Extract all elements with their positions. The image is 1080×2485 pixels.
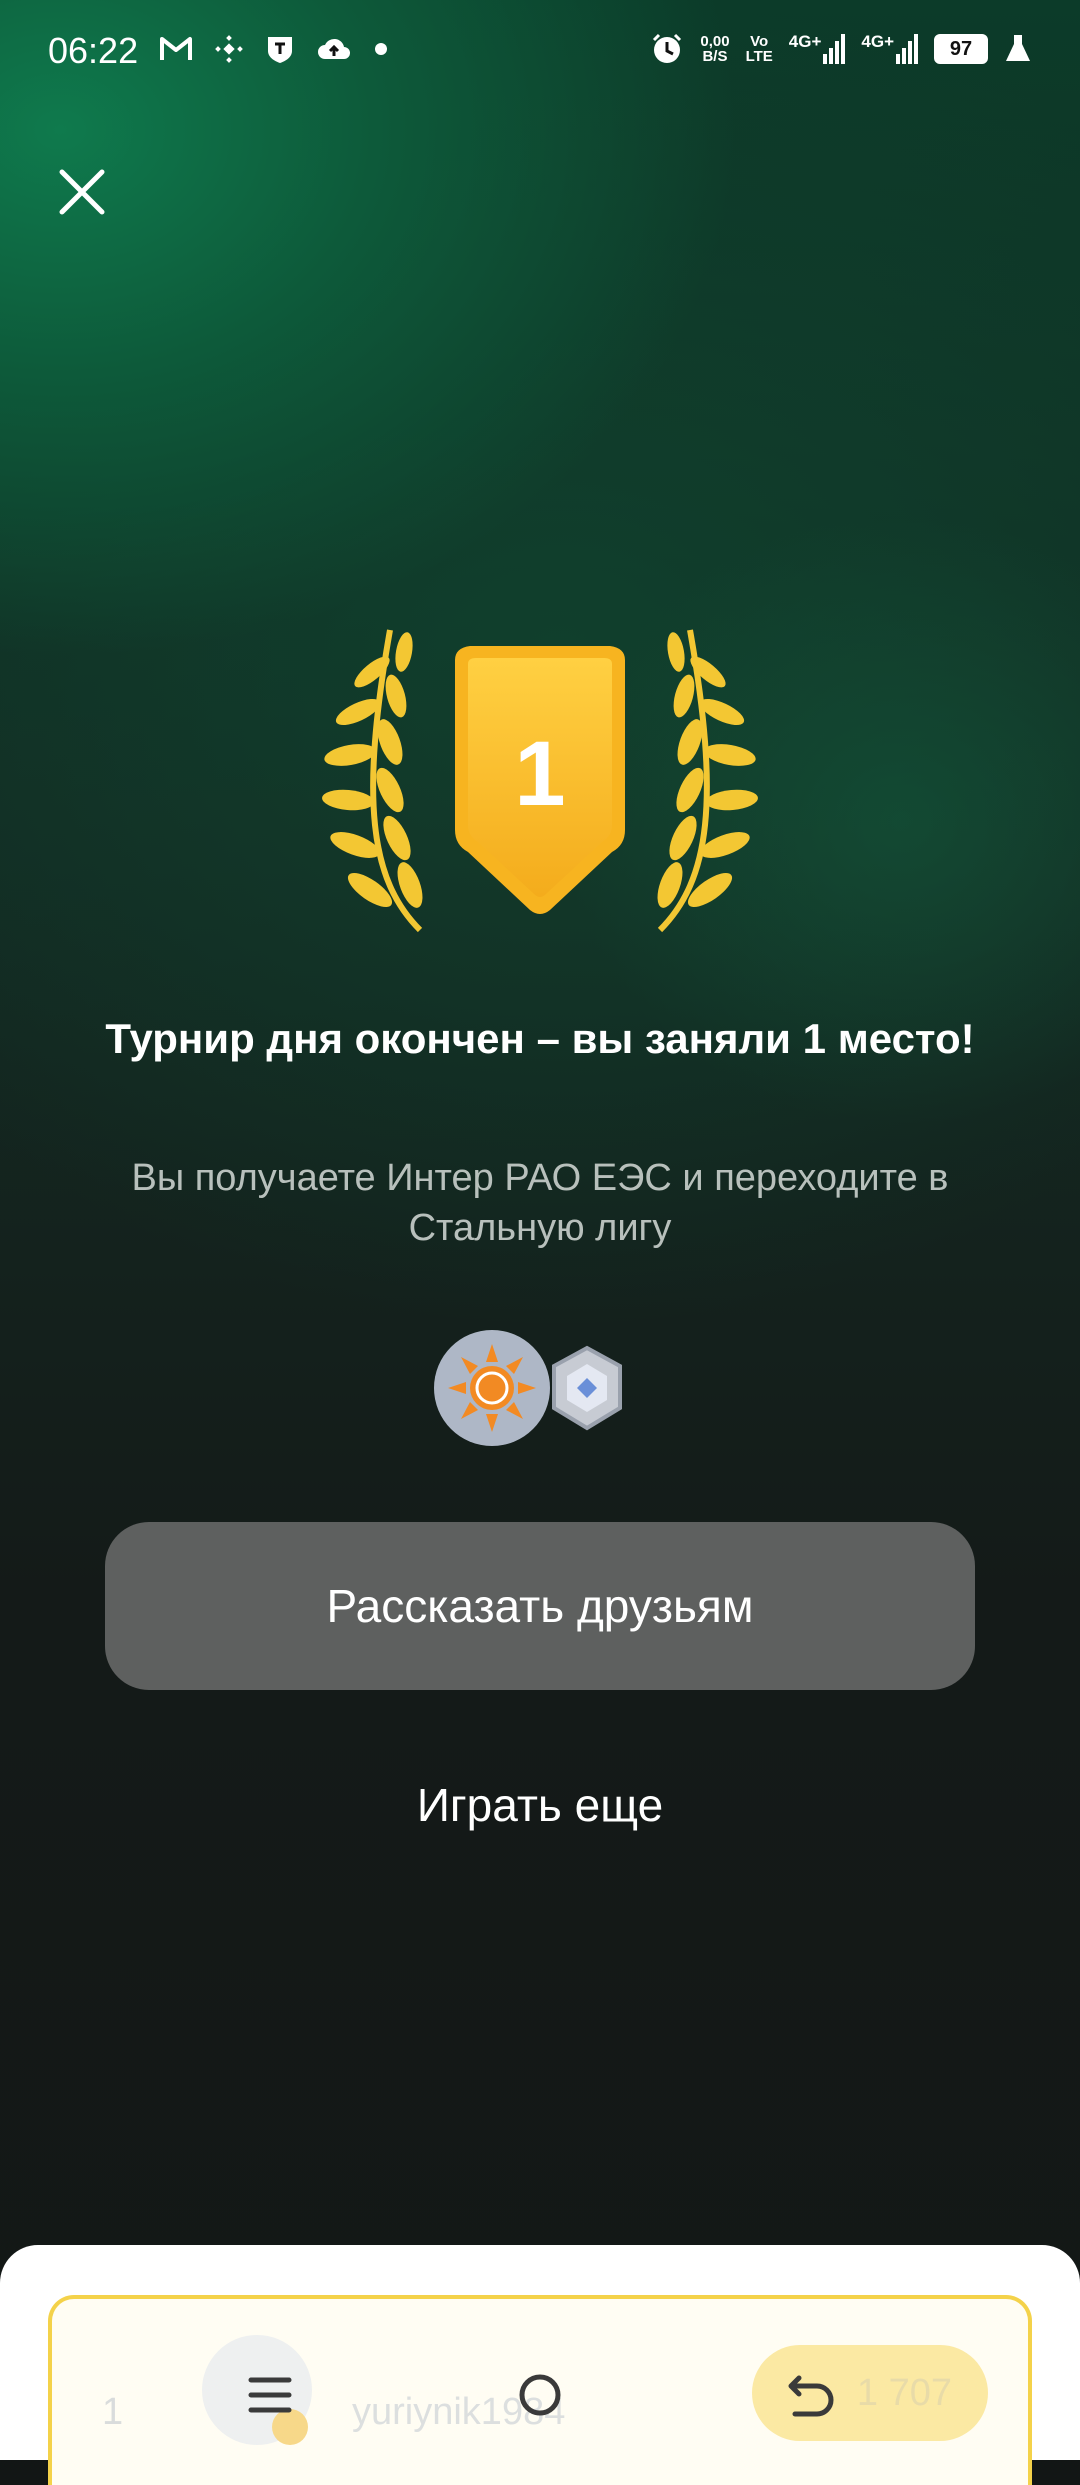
- volte-indicator: Vo LTE: [745, 33, 773, 65]
- signal-2: 4G+: [861, 33, 918, 64]
- dot-icon: [375, 43, 387, 55]
- result-headline: Турнир дня окончен – вы заняли 1 место!: [105, 1015, 975, 1062]
- home-icon: [519, 2374, 561, 2416]
- battery-indicator: 97: [934, 34, 988, 64]
- navigation-bar: [0, 2340, 1080, 2450]
- back-button[interactable]: [765, 2340, 855, 2450]
- signal-bars-icon: [896, 34, 918, 64]
- system-icons: 0,00 B/S Vo LTE 4G+ 4G+ 97: [650, 32, 1032, 66]
- status-bar: 06:22 0,00 B/S Vo LTE 4G+ 4G+ 97: [0, 0, 1080, 110]
- play-again-button[interactable]: Играть еще: [300, 1770, 780, 1840]
- close-button[interactable]: [52, 162, 112, 222]
- status-time: 06:22: [48, 30, 139, 71]
- home-button[interactable]: [495, 2340, 585, 2450]
- alarm-icon: [653, 33, 682, 63]
- net-speed: 0,00 B/S: [700, 33, 730, 65]
- company-logo-icon: [434, 1330, 550, 1446]
- left-laurel-icon: [322, 629, 423, 933]
- shield-app-icon: [268, 37, 292, 63]
- notification-icons: [160, 34, 388, 64]
- signal-1: 4G+: [789, 33, 846, 64]
- reward-badges: [434, 1330, 622, 1446]
- place-number: 1: [514, 723, 565, 825]
- lab-flask-icon: [1006, 35, 1030, 61]
- menu-icon: [248, 2377, 292, 2413]
- cloud-upload-icon: [318, 38, 350, 59]
- gmail-icon: [160, 37, 192, 60]
- right-laurel-icon: [657, 629, 758, 933]
- share-with-friends-button[interactable]: Рассказать друзьям: [105, 1522, 975, 1690]
- result-subline: Вы получаете Интер РАО ЕЭС и переходите …: [131, 1157, 949, 1249]
- steel-league-badge-icon: [552, 1345, 622, 1431]
- first-place-trophy: 1: [322, 629, 758, 933]
- back-icon: [788, 2375, 834, 2417]
- close-icon: [59, 169, 105, 215]
- menu-button[interactable]: [225, 2340, 315, 2450]
- signal-bars-icon: [823, 34, 846, 64]
- binance-icon: [215, 35, 243, 63]
